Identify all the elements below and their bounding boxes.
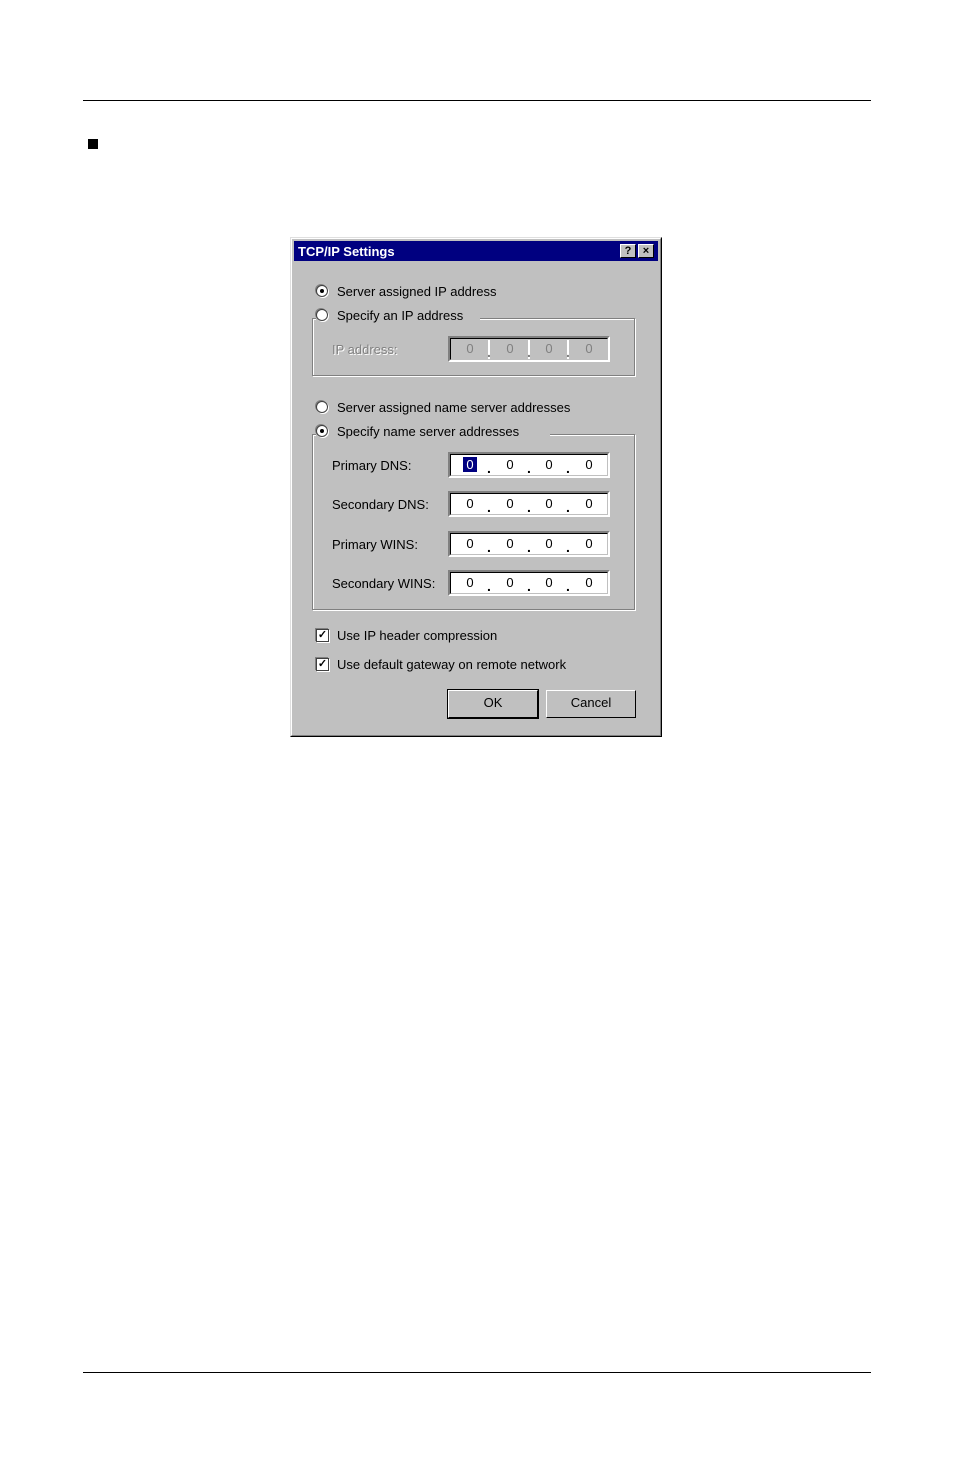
- primary-dns-label: Primary DNS:: [332, 458, 412, 473]
- ip-octet-4[interactable]: 0: [582, 575, 596, 590]
- ip-dot-separator: .: [566, 460, 570, 476]
- ip-dot-separator: .: [487, 539, 491, 555]
- radio-label: Server assigned IP address: [337, 284, 497, 299]
- secondary-wins-input[interactable]: 0 . 0 . 0 . 0: [448, 570, 610, 596]
- ip-octet-3[interactable]: 0: [542, 536, 556, 551]
- ip-dot-separator: .: [487, 344, 491, 360]
- ip-octet-3[interactable]: 0: [542, 457, 556, 472]
- ip-dot-separator: .: [527, 578, 531, 594]
- checkbox-checked[interactable]: ✓: [316, 658, 329, 671]
- radio-label: Specify an IP address: [337, 308, 464, 323]
- ip-octet-1[interactable]: 0: [463, 457, 477, 472]
- secondary-wins-label: Secondary WINS:: [332, 576, 436, 591]
- ip-octet-3[interactable]: 0: [542, 575, 556, 590]
- cancel-button[interactable]: Cancel: [546, 690, 636, 718]
- ip-dot-separator: .: [527, 460, 531, 476]
- checkbox-ip-header-compression[interactable]: ✓ Use IP header compression: [316, 628, 510, 644]
- ip-octet-2[interactable]: 0: [503, 575, 517, 590]
- title-bar[interactable]: TCP/IP Settings ? ×: [294, 241, 658, 261]
- ip-dot-separator: .: [566, 344, 570, 360]
- ip-octet-4[interactable]: 0: [582, 457, 596, 472]
- radio-specify-ns[interactable]: Specify name server addresses: [316, 424, 550, 440]
- radio-specify-ip[interactable]: Specify an IP address: [316, 308, 480, 324]
- radio-button[interactable]: [316, 285, 328, 297]
- help-button[interactable]: ?: [620, 244, 636, 258]
- secondary-dns-input[interactable]: 0 . 0 . 0 . 0: [448, 491, 610, 517]
- ip-octet-1[interactable]: 0: [463, 496, 477, 511]
- checkbox-default-gateway[interactable]: ✓ Use default gateway on remote network: [316, 657, 580, 673]
- radio-button[interactable]: [316, 401, 328, 413]
- ip-octet-4: 0: [585, 341, 593, 356]
- primary-wins-input[interactable]: 0 . 0 . 0 . 0: [448, 531, 610, 557]
- close-button[interactable]: ×: [638, 244, 654, 258]
- primary-dns-input[interactable]: 0 . 0 . 0 . 0: [448, 452, 610, 478]
- ip-octet-1[interactable]: 0: [463, 536, 477, 551]
- bottom-rule: [83, 1372, 871, 1373]
- ip-octet-2[interactable]: 0: [503, 496, 517, 511]
- ip-dot-separator: .: [566, 499, 570, 515]
- ip-octet-4[interactable]: 0: [582, 496, 596, 511]
- secondary-dns-label: Secondary DNS:: [332, 497, 429, 512]
- radio-label: Specify name server addresses: [337, 424, 520, 439]
- ip-address-label: IP address:: [332, 342, 398, 357]
- radio-server-assigned-ns[interactable]: Server assigned name server addresses: [316, 400, 572, 416]
- ip-octet-2[interactable]: 0: [503, 536, 517, 551]
- ip-octet-4[interactable]: 0: [582, 536, 596, 551]
- radio-server-assigned-ip[interactable]: Server assigned IP address: [316, 284, 510, 300]
- ip-octet-2[interactable]: 0: [503, 457, 517, 472]
- dialog-title: TCP/IP Settings: [298, 244, 395, 259]
- ip-octet-1: 0: [466, 341, 474, 356]
- radio-selected-dot: [320, 289, 324, 293]
- ip-dot-separator: .: [566, 539, 570, 555]
- ok-button[interactable]: OK: [447, 689, 539, 719]
- checkbox-label: Use default gateway on remote network: [337, 657, 567, 672]
- radio-selected-dot: [320, 429, 324, 433]
- ip-dot-separator: .: [527, 539, 531, 555]
- checkbox-checked[interactable]: ✓: [316, 629, 329, 642]
- radio-button[interactable]: [316, 425, 328, 437]
- ip-dot-separator: .: [527, 344, 531, 360]
- ip-address-input: 0 . 0 . 0 . 0: [448, 336, 610, 362]
- ip-octet-2: 0: [506, 341, 514, 356]
- ip-dot-separator: .: [487, 460, 491, 476]
- checkbox-label: Use IP header compression: [337, 628, 498, 643]
- radio-label: Server assigned name server addresses: [337, 400, 571, 415]
- radio-button[interactable]: [316, 309, 328, 321]
- ip-dot-separator: .: [566, 578, 570, 594]
- ip-dot-separator: .: [527, 499, 531, 515]
- top-rule: [83, 100, 871, 101]
- ip-octet-3[interactable]: 0: [542, 496, 556, 511]
- primary-wins-label: Primary WINS:: [332, 537, 418, 552]
- bullet-marker: [88, 139, 98, 149]
- ip-dot-separator: .: [487, 578, 491, 594]
- ip-octet-1[interactable]: 0: [463, 575, 477, 590]
- ip-dot-separator: .: [487, 499, 491, 515]
- ip-octet-3: 0: [545, 341, 553, 356]
